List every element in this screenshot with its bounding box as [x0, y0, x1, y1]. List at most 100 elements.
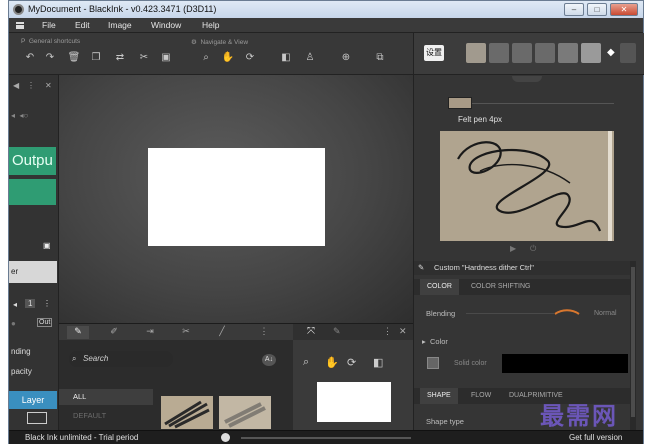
- tab-pencil-icon[interactable]: ✐: [103, 326, 125, 339]
- solid-color-label: Solid color: [454, 360, 487, 367]
- menu-dots-icon[interactable]: ⋮: [27, 81, 35, 90]
- tab-flow[interactable]: FLOW: [464, 388, 498, 404]
- flip-icon[interactable]: ⇄: [113, 51, 127, 65]
- blending-label: nding: [11, 347, 31, 356]
- radio-icon[interactable]: ●: [11, 319, 16, 328]
- navigator-close-icon[interactable]: ✕: [399, 326, 407, 337]
- brush-menu-dots-icon[interactable]: ⋮: [253, 326, 275, 339]
- search-placeholder: Search: [83, 354, 109, 363]
- menu-image[interactable]: Image: [108, 20, 132, 30]
- brush-preset-icon[interactable]: [489, 43, 509, 63]
- output-value-box[interactable]: Out: [37, 318, 53, 327]
- tab-color-shifting[interactable]: COLOR SHIFTING: [464, 279, 538, 295]
- custom-preset-label: Custom "Hardness dither Ctrl": [434, 263, 534, 272]
- tab-arrow-icon[interactable]: ⇥: [139, 326, 161, 339]
- navigator-menu-dots-icon[interactable]: ⋮: [383, 326, 392, 337]
- layer-thumbnail[interactable]: [27, 412, 47, 424]
- power-icon[interactable]: ⏻: [530, 244, 536, 254]
- brush-preset-icon[interactable]: [535, 43, 555, 63]
- brush-preset-icon[interactable]: [558, 43, 578, 63]
- close-button[interactable]: ✕: [610, 3, 638, 16]
- brush-preset-icon[interactable]: [581, 43, 601, 63]
- solid-color-swatch[interactable]: [427, 357, 439, 369]
- category-all[interactable]: ALL: [59, 389, 153, 405]
- app-icon: [13, 4, 24, 15]
- collapse-arrow-icon[interactable]: ◀: [13, 81, 19, 90]
- blending-slider-track[interactable]: [466, 313, 554, 314]
- status-bar: Black Ink unlimited - Trial period Get f…: [9, 430, 643, 444]
- output-color-bar[interactable]: [9, 179, 56, 205]
- right-scrollbar[interactable]: [630, 261, 636, 430]
- settings-button[interactable]: 设置: [424, 45, 444, 61]
- brush-swatch[interactable]: [448, 97, 472, 109]
- zoom-fit-icon[interactable]: ⊕: [339, 51, 353, 65]
- get-full-version-link[interactable]: Get full version: [569, 433, 622, 442]
- paste-icon[interactable]: ▣: [159, 51, 173, 65]
- tab-brushes-icon[interactable]: ✎: [67, 326, 89, 339]
- menu-file[interactable]: File: [42, 20, 56, 30]
- navigate-view-label: ⚙ Navigate & View: [191, 39, 249, 46]
- category-default[interactable]: DEFAULT: [59, 408, 153, 424]
- maximize-button[interactable]: □: [587, 3, 607, 16]
- navigator-tab-icon[interactable]: ⤧: [307, 326, 315, 337]
- navigator-preview[interactable]: [317, 382, 391, 422]
- search-icon: ⌕: [72, 354, 77, 363]
- panel-collapse-handle[interactable]: [512, 76, 542, 82]
- stroke-preview-icon: [457, 131, 612, 241]
- sort-badge[interactable]: A↓: [262, 354, 276, 366]
- rotate-view-icon[interactable]: ⟳: [243, 51, 257, 65]
- brush-preset-icon[interactable]: [466, 43, 486, 63]
- tab-color[interactable]: COLOR: [420, 279, 459, 295]
- main-toolbar: P General shortcuts ⚙ Navigate & View ↶ …: [9, 33, 413, 75]
- brush-preset-icon[interactable]: [512, 43, 532, 63]
- nav-hand-icon[interactable]: ✋: [325, 356, 339, 369]
- minimize-button[interactable]: –: [564, 3, 584, 16]
- tab-tools-icon[interactable]: ✂: [175, 326, 197, 339]
- cut-icon[interactable]: ✂: [137, 51, 151, 65]
- brush-preview: [440, 131, 614, 241]
- pan-hand-icon[interactable]: ✋: [221, 51, 235, 65]
- brush-thumbnail[interactable]: [161, 396, 213, 429]
- hamburger-menu-icon[interactable]: [16, 22, 24, 29]
- shape-type-label: Shape type: [426, 417, 464, 426]
- menu-window[interactable]: Window: [151, 20, 181, 30]
- close-panel-icon[interactable]: ✕: [45, 81, 52, 90]
- nav-zoom-icon[interactable]: ⌕: [303, 356, 309, 369]
- tab-pen-icon[interactable]: ╱: [211, 326, 233, 339]
- nav-mirror-icon[interactable]: ◧: [373, 356, 383, 369]
- drawing-canvas-area[interactable]: [59, 75, 413, 323]
- progress-track: [241, 437, 411, 439]
- color-section-label[interactable]: ▸ Color: [422, 337, 448, 346]
- zoom-icon[interactable]: ⌕: [199, 51, 213, 65]
- nav-rotate-icon[interactable]: ⟳: [347, 356, 356, 369]
- navigator-tab2-icon[interactable]: ✎: [333, 326, 341, 337]
- menu-help[interactable]: Help: [202, 20, 219, 30]
- blending-value[interactable]: Normal: [594, 310, 617, 317]
- copy-icon[interactable]: ❐: [89, 51, 103, 65]
- eraser-icon[interactable]: ◆: [607, 47, 615, 58]
- toggle-box-icon[interactable]: ▣: [43, 241, 51, 250]
- fullscreen-icon[interactable]: ⧉: [373, 51, 387, 65]
- delete-icon[interactable]: 🗑: [67, 51, 81, 65]
- layer-button[interactable]: Layer: [9, 391, 57, 409]
- document-paper[interactable]: [148, 148, 325, 246]
- reference-icon[interactable]: ♙: [303, 51, 317, 65]
- layer-name-row[interactable]: er: [9, 261, 57, 283]
- layer-tab-left-icon[interactable]: ◂: [13, 300, 17, 309]
- brush-search-input[interactable]: ⌕ Search: [69, 351, 173, 367]
- undo-icon[interactable]: ↶: [23, 51, 37, 65]
- layer-tab-1[interactable]: 1: [25, 299, 36, 308]
- brush-settings-panel: 设置 ◆ Felt pen 4px ▶ ⏻ ✎ Custom "Hardness…: [413, 33, 644, 430]
- redo-icon[interactable]: ↷: [43, 51, 57, 65]
- mirror-icon[interactable]: ◧: [279, 51, 293, 65]
- color-value-box[interactable]: [502, 354, 628, 373]
- brush-preset-icon[interactable]: [620, 43, 636, 63]
- menu-edit[interactable]: Edit: [75, 20, 90, 30]
- tab-shape[interactable]: SHAPE: [420, 388, 458, 404]
- left-arrows-icon[interactable]: ◂ ◂○: [11, 111, 28, 120]
- layer-menu-dots-icon[interactable]: ⋮: [43, 299, 51, 308]
- brush-tool-strip: 设置 ◆: [414, 33, 644, 75]
- brush-thumbnail[interactable]: [219, 396, 271, 429]
- custom-preset-row[interactable]: ✎ Custom "Hardness dither Ctrl": [414, 261, 630, 275]
- play-icon[interactable]: ▶: [510, 244, 516, 253]
